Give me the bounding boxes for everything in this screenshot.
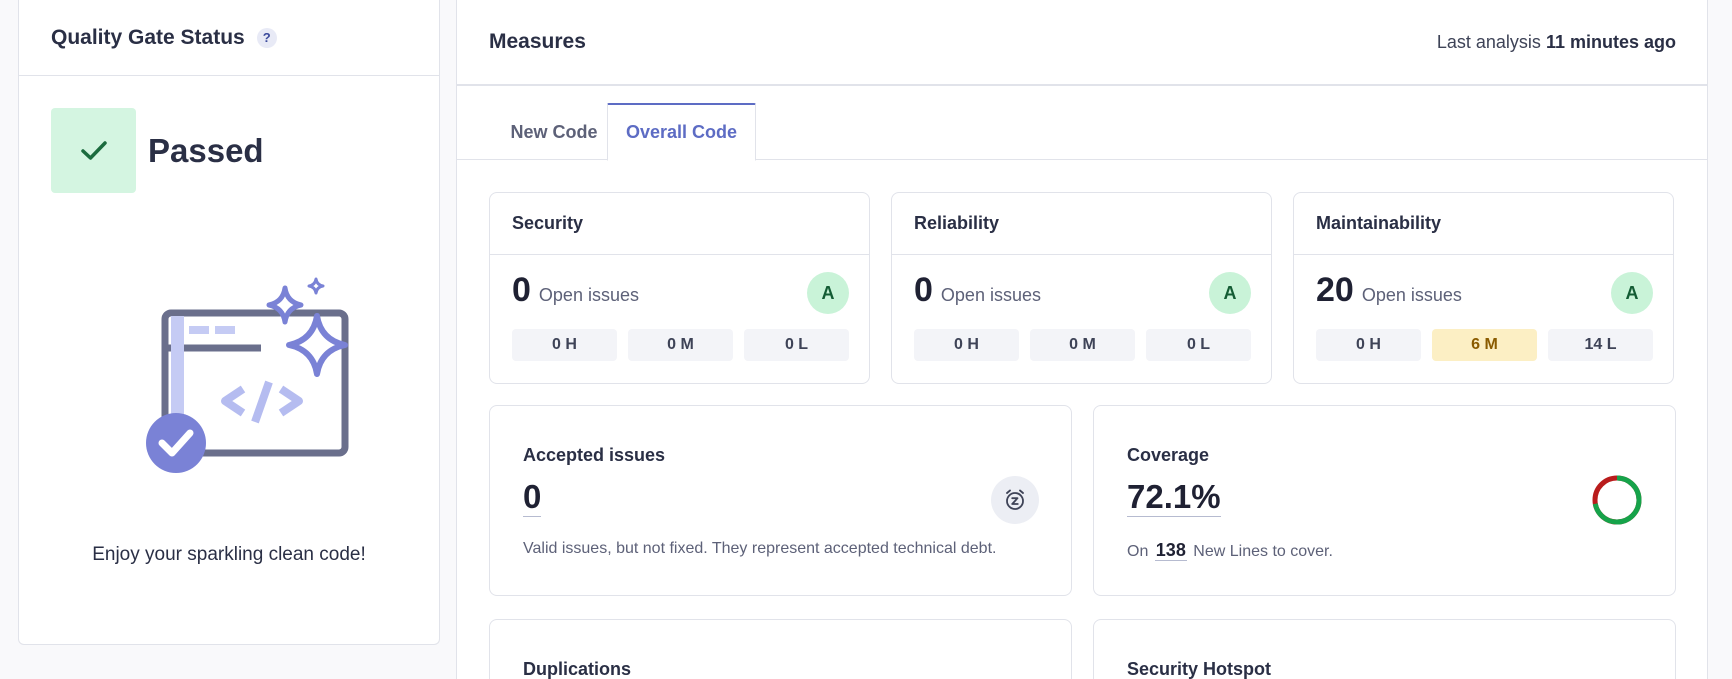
coverage-donut-chart	[1592, 475, 1642, 525]
reliability-open-count[interactable]: 0	[914, 271, 933, 310]
tab-overall-code[interactable]: Overall Code	[607, 103, 756, 161]
tab-new-code[interactable]: New Code	[481, 103, 627, 161]
last-analysis-value: 11 minutes ago	[1545, 31, 1676, 52]
accepted-issues-value[interactable]: 0	[523, 478, 542, 517]
coverage-desc-prefix: On	[1127, 543, 1149, 560]
reliability-card[interactable]: Reliability 0 Open issues A 0 H 0 M 0 L	[891, 192, 1272, 384]
code-tabs: New Code Overall Code	[457, 86, 1707, 161]
duplications-card: Duplications	[489, 619, 1072, 679]
maintainability-grade-badge: A	[1611, 272, 1653, 314]
maintainability-high-count[interactable]: 0 H	[1316, 329, 1421, 361]
snooze-icon	[991, 476, 1039, 524]
security-card[interactable]: Security 0 Open issues A 0 H 0 M 0 L	[489, 192, 870, 384]
maintainability-open-label: Open issues	[1361, 285, 1462, 305]
security-hotspot-title: Security Hotspot	[1127, 659, 1272, 679]
measures-header: Measures Last analysis 11 minutes ago	[457, 0, 1707, 86]
reliability-medium-count[interactable]: 0 M	[1030, 329, 1135, 361]
coverage-description: On 138 New Lines to cover.	[1127, 540, 1333, 561]
quality-gate-message: Enjoy your sparkling clean code!	[92, 544, 366, 565]
reliability-open-label: Open issues	[940, 285, 1041, 305]
reliability-grade-badge: A	[1209, 272, 1251, 314]
measures-panel: Measures Last analysis 11 minutes ago Ne…	[456, 0, 1708, 679]
last-analysis-label: Last analysis	[1436, 31, 1541, 52]
coverage-value[interactable]: 72.1%	[1127, 478, 1221, 517]
reliability-low-count[interactable]: 0 L	[1146, 329, 1251, 361]
reliability-card-title: Reliability	[892, 193, 1271, 255]
maintainability-low-count[interactable]: 14 L	[1548, 329, 1653, 361]
last-analysis: Last analysis 11 minutes ago	[1437, 32, 1676, 53]
help-icon[interactable]: ?	[256, 27, 277, 48]
maintainability-card-title: Maintainability	[1294, 193, 1673, 255]
accepted-issues-card: Accepted issues 0 Valid issues, but not …	[489, 405, 1072, 596]
security-open-count[interactable]: 0	[512, 271, 531, 310]
security-medium-count[interactable]: 0 M	[628, 329, 733, 361]
security-high-count[interactable]: 0 H	[512, 329, 617, 361]
security-grade-badge: A	[807, 272, 849, 314]
coverage-title: Coverage	[1127, 445, 1210, 465]
duplications-title: Duplications	[523, 659, 632, 679]
maintainability-medium-count[interactable]: 6 M	[1432, 329, 1537, 361]
measures-title: Measures	[489, 30, 586, 53]
quality-gate-title: Quality Gate Status	[51, 25, 245, 49]
security-hotspot-card: Security Hotspot	[1093, 619, 1676, 679]
maintainability-card[interactable]: Maintainability 20 Open issues A 0 H 6 M…	[1293, 192, 1674, 384]
quality-gate-header: Quality Gate Status ?	[19, 0, 439, 76]
security-open-label: Open issues	[538, 285, 639, 305]
coverage-card: Coverage 72.1% On 138 New Lines to cover…	[1093, 405, 1676, 596]
quality-gate-status: Passed	[51, 108, 264, 193]
clean-code-illustration	[123, 276, 353, 481]
quality-gate-panel: Quality Gate Status ? Passed Enjoy your …	[18, 0, 440, 645]
security-low-count[interactable]: 0 L	[744, 329, 849, 361]
security-card-title: Security	[490, 193, 869, 255]
accepted-issues-description: Valid issues, but not fixed. They repres…	[523, 540, 997, 557]
coverage-lines-count[interactable]: 138	[1154, 540, 1187, 561]
maintainability-open-count[interactable]: 20	[1316, 271, 1354, 310]
reliability-high-count[interactable]: 0 H	[914, 329, 1019, 361]
quality-gate-status-text: Passed	[148, 131, 264, 169]
check-icon	[51, 108, 136, 193]
accepted-issues-title: Accepted issues	[523, 445, 666, 465]
coverage-desc-suffix: New Lines to cover.	[1193, 543, 1333, 560]
